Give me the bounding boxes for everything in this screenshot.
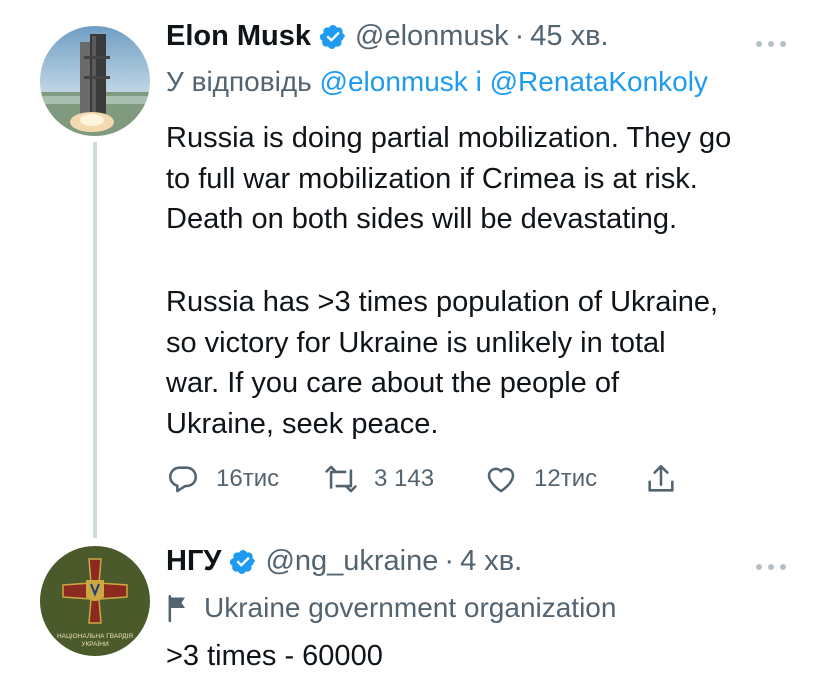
avatar-elon-musk[interactable] [40, 26, 150, 136]
tweet-text-line: Russia is doing partial mobilization. Th… [166, 122, 732, 154]
government-label[interactable]: Ukraine government organization [166, 592, 616, 624]
share-button[interactable] [644, 462, 678, 496]
reply-joiner: і [475, 66, 482, 97]
like-count: 12тис [534, 465, 598, 492]
reply-mention-link[interactable]: @elonmusk [320, 66, 468, 97]
separator-dot: · [514, 20, 525, 52]
verified-badge-icon [229, 548, 257, 576]
avatar-caption-line: УКРАЇНИ [81, 640, 109, 648]
author-name[interactable]: Elon Musk [166, 20, 311, 53]
thread-connector-line [93, 142, 97, 538]
tweet-text-line: Russia has >3 times population of Ukrain… [166, 286, 719, 318]
avatar-ngu[interactable]: НАЦІОНАЛЬНА ГВАРДІЯ УКРАЇНИ [40, 546, 150, 656]
tweet-text-line: war. If you care about the people of [166, 367, 620, 399]
reply-context: У відповідь @elonmusk і @RenataKonkoly [166, 66, 708, 98]
avatar-caption-line: НАЦІОНАЛЬНА ГВАРДІЯ [57, 633, 133, 640]
reply-prefix: У відповідь [166, 66, 312, 97]
tweet-timestamp[interactable]: 4 хв. [460, 545, 522, 578]
reply-count: 16тис [216, 465, 280, 492]
more-dots-icon[interactable] [754, 36, 788, 47]
tweet-text-line: so victory for Ukraine is unlikely in to… [166, 326, 666, 359]
flag-icon [168, 595, 185, 622]
verified-badge-icon [319, 23, 347, 51]
heart-icon [487, 467, 515, 493]
tweet-text-paragraph: Russia has >3 times population of Ukrain… [166, 282, 806, 444]
more-dots-icon[interactable] [754, 559, 788, 570]
tweet-text-paragraph: Russia is doing partial mobilization. Th… [166, 118, 806, 240]
tweet-text-line: Death on both sides will be devastating. [166, 203, 678, 235]
tweet-timestamp[interactable]: 45 хв. [530, 20, 608, 53]
author-name[interactable]: НГУ [166, 545, 221, 578]
government-label-text: Ukraine government organization [204, 592, 617, 623]
tweet-text: >3 times - 60000 [166, 640, 383, 672]
reply-button[interactable]: 16тис [166, 462, 279, 496]
tweet-header: НГУ @ng_ukraine · 4 хв. [166, 545, 522, 578]
separator-dot: · [444, 545, 455, 577]
author-handle[interactable]: @ng_ukraine [265, 545, 438, 578]
retweet-icon [325, 465, 357, 493]
tweet-text-line: Ukraine, seek peace. [166, 407, 439, 440]
retweet-count: 3 143 [374, 465, 435, 492]
reply-bubble-icon [168, 466, 198, 493]
retweet-button[interactable]: 3 143 [324, 462, 434, 496]
reply-mention-link[interactable]: @RenataKonkoly [490, 66, 708, 97]
share-icon [648, 464, 674, 492]
author-handle[interactable]: @elonmusk [355, 20, 509, 53]
tweet-header: Elon Musk @elonmusk · 45 хв. [166, 20, 609, 53]
like-button[interactable]: 12тис [484, 462, 597, 496]
tweet-text-line: to full war mobilization if Crimea is at… [166, 162, 698, 195]
